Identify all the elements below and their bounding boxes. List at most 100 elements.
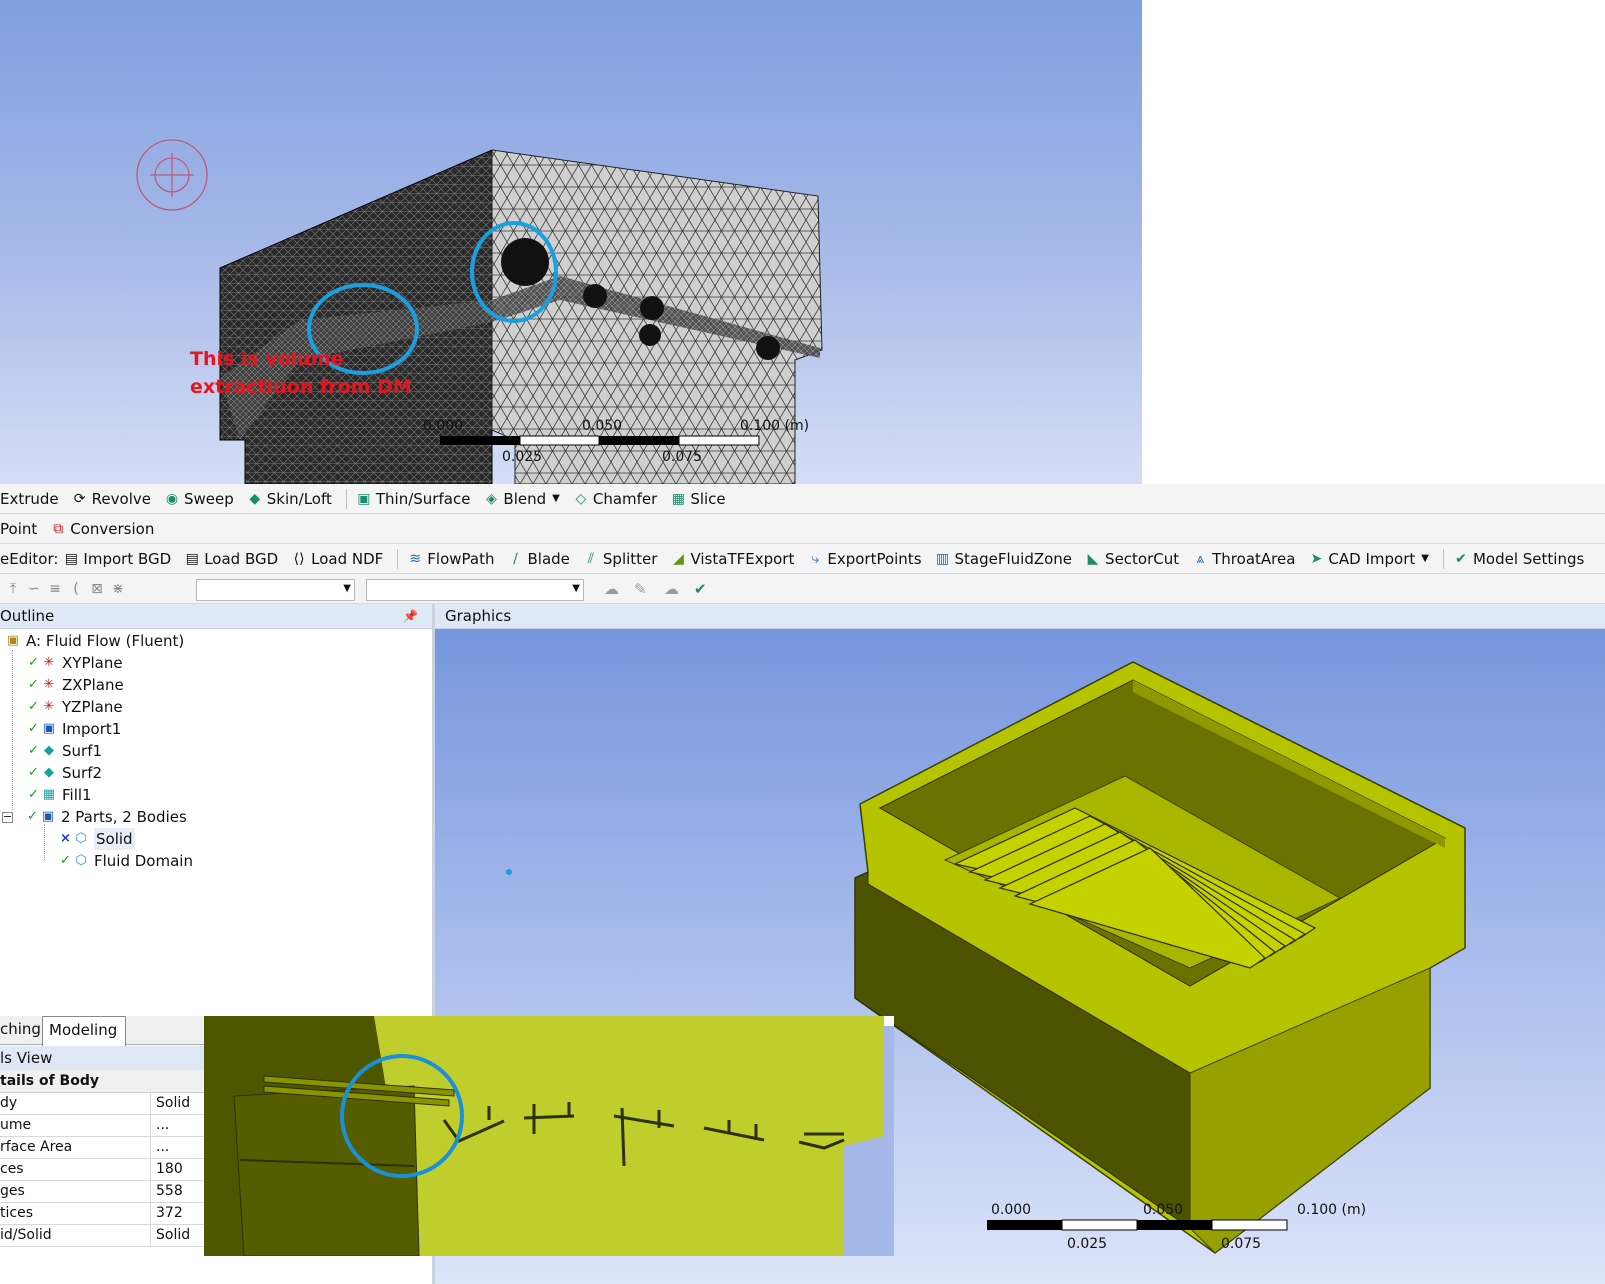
scale-label-050: 0.050	[582, 418, 623, 434]
scale-label-025: 0.025	[502, 449, 543, 465]
details-row[interactable]: id/Solid Solid	[0, 1224, 205, 1247]
annotation-line-2: extractiuon from DM	[190, 376, 412, 398]
scale-label-075: 0.075	[1221, 1236, 1262, 1252]
tree-item-zxplane[interactable]: ✓ ✳ ZXPlane	[28, 674, 124, 696]
chamfer-button[interactable]: ◇ Chamfer	[572, 490, 657, 508]
details-row-name: ces	[0, 1158, 151, 1180]
tree-item-xyplane[interactable]: ✓ ✳ XYPlane	[28, 652, 123, 674]
details-row[interactable]: dy Solid	[0, 1092, 205, 1115]
splitter-icon: ⫽	[587, 550, 595, 567]
cloud-check-icon[interactable]: ☁	[664, 580, 679, 598]
separator	[345, 488, 347, 509]
tab-modeling[interactable]: Modeling	[42, 1016, 127, 1047]
flowpath-button[interactable]: ≋ FlowPath	[406, 550, 494, 568]
details-row-value: 558	[156, 1183, 183, 1199]
thin-surface-button[interactable]: ▣ Thin/Surface	[355, 490, 470, 508]
blade-button[interactable]: ∕ Blade	[507, 550, 570, 568]
detail-inset-model	[204, 1016, 894, 1256]
selection-combo-2[interactable]: ▼	[366, 579, 584, 601]
exportpoints-button[interactable]: ⤷ ExportPoints	[806, 550, 921, 568]
skin-loft-button[interactable]: ◆ Skin/Loft	[246, 490, 332, 508]
load-bgd-button[interactable]: ▤ Load BGD	[183, 550, 279, 568]
cloud-icon[interactable]: ☁	[604, 580, 619, 598]
blend-button[interactable]: ◈ Blend ▼	[482, 490, 560, 508]
details-row-value: Solid	[156, 1227, 191, 1243]
sweep-button[interactable]: ◉ Sweep	[163, 490, 234, 508]
details-row[interactable]: ges 558	[0, 1180, 205, 1203]
details-row-value: 180	[156, 1161, 183, 1177]
details-row[interactable]: tices 372	[0, 1202, 205, 1225]
slice-button[interactable]: ▦ Slice	[669, 489, 726, 508]
load-bgd-icon: ▤	[185, 550, 199, 567]
tree-item-import1[interactable]: ✓ ▣ Import1	[28, 718, 121, 740]
throatarea-button[interactable]: ⩓ ThroatArea	[1191, 550, 1295, 568]
validate-icon[interactable]: ✔	[694, 580, 707, 598]
extrude-label: Extrude	[0, 489, 59, 508]
details-row-name: ume	[0, 1114, 151, 1136]
scale-label-0: 0.000	[991, 1202, 1032, 1218]
tab-sketching[interactable]: ching	[0, 1020, 41, 1038]
import-bgd-button[interactable]: ▤ Import BGD	[62, 550, 171, 568]
splitter-button[interactable]: ⫽ Splitter	[582, 550, 658, 568]
details-row[interactable]: rface Area...	[0, 1136, 205, 1159]
pin-icon[interactable]: 📌	[403, 604, 418, 628]
toolbar-tools: Point ⧉ Conversion	[0, 514, 1605, 544]
cad-import-button[interactable]: ➤ CAD Import ▼	[1307, 550, 1429, 568]
details-row-value: ...	[156, 1139, 170, 1155]
tree-item-yzplane[interactable]: ✓ ✳ YZPlane	[28, 696, 123, 718]
slice-label: Slice	[690, 489, 726, 508]
stagefluidzone-icon: ▥	[935, 550, 950, 567]
blade-icon: ∕	[513, 550, 518, 567]
tree-item-label: Import1	[62, 720, 122, 738]
tree-item-parts[interactable]: − ✓ ▣ 2 Parts, 2 Bodies	[2, 806, 187, 828]
tree-item-surf1[interactable]: ✓ ◆ Surf1	[28, 740, 102, 762]
vistatfexport-button[interactable]: ◢ VistaTFExport	[669, 550, 794, 568]
load-ndf-button[interactable]: ⟨⟩ Load NDF	[290, 550, 384, 568]
extrude-button[interactable]: Extrude	[0, 490, 59, 508]
tree-root[interactable]: ▣ A: Fluid Flow (Fluent)	[4, 630, 184, 652]
details-row[interactable]: ume...	[0, 1114, 205, 1137]
tree-item-solid[interactable]: × ⬡ Solid	[60, 828, 135, 850]
thin-surface-icon: ▣	[357, 490, 371, 507]
model-settings-button[interactable]: ✔ Model Settings	[1452, 550, 1584, 568]
chevron-down-icon[interactable]: ▼	[552, 493, 560, 504]
tree-item-surf2[interactable]: ✓ ◆ Surf2	[28, 762, 102, 784]
tree-item-fill1[interactable]: ✓ ▦ Fill1	[28, 784, 92, 806]
slice-icon: ▦	[671, 490, 685, 507]
mesh-viewport[interactable]: This is volume extractiuon from DM 0.000…	[0, 0, 1142, 484]
throatarea-icon: ⩓	[1196, 550, 1205, 567]
sectorcut-button[interactable]: ◣ SectorCut	[1084, 550, 1179, 568]
brush-icon[interactable]: ✎	[634, 580, 647, 598]
details-row-value: ...	[156, 1117, 170, 1133]
collapse-icon[interactable]: −	[2, 811, 13, 823]
tree-item-label: Surf2	[62, 764, 103, 782]
loop-icon[interactable]: ∽	[25, 581, 43, 597]
point-button[interactable]: Point	[0, 520, 37, 538]
plane-icon: ✳	[43, 655, 55, 670]
frame-icon[interactable]: ⊠	[88, 581, 106, 597]
revolve-button[interactable]: ⟳ Revolve	[71, 490, 151, 508]
tree-item-fluid-domain[interactable]: ✓ ⬡ Fluid Domain	[60, 850, 193, 872]
tree-item-label: Fluid Domain	[94, 852, 193, 870]
details-row-name: dy	[0, 1092, 151, 1114]
stagefluidzone-button[interactable]: ▥ StageFluidZone	[934, 550, 1072, 568]
outline-title: Outline	[0, 607, 55, 625]
crosshair-icon	[136, 139, 208, 211]
vistatfexport-label: VistaTFExport	[690, 549, 795, 568]
cad-import-icon: ➤	[1310, 550, 1323, 567]
surface-icon: ◆	[44, 743, 54, 758]
bladeeditor-prefix: eEditor:	[0, 549, 59, 568]
select-mode-icon[interactable]: ⤒	[4, 581, 22, 597]
revolve-label: Revolve	[91, 489, 151, 508]
arc-icon[interactable]: (	[67, 581, 85, 597]
details-row[interactable]: ces 180	[0, 1158, 205, 1181]
skin-loft-icon: ◆	[249, 490, 261, 507]
list-icon[interactable]: ≡	[46, 581, 64, 597]
chevron-down-icon[interactable]: ▼	[1421, 553, 1429, 564]
selection-combo-1[interactable]: ▼	[196, 579, 355, 601]
conversion-button[interactable]: ⧉ Conversion	[49, 520, 154, 538]
plane-icon: ✳	[43, 677, 55, 692]
import-bgd-icon: ▤	[64, 550, 79, 567]
points-icon[interactable]: ⋇	[109, 581, 127, 597]
import-bgd-label: Import BGD	[83, 549, 172, 568]
